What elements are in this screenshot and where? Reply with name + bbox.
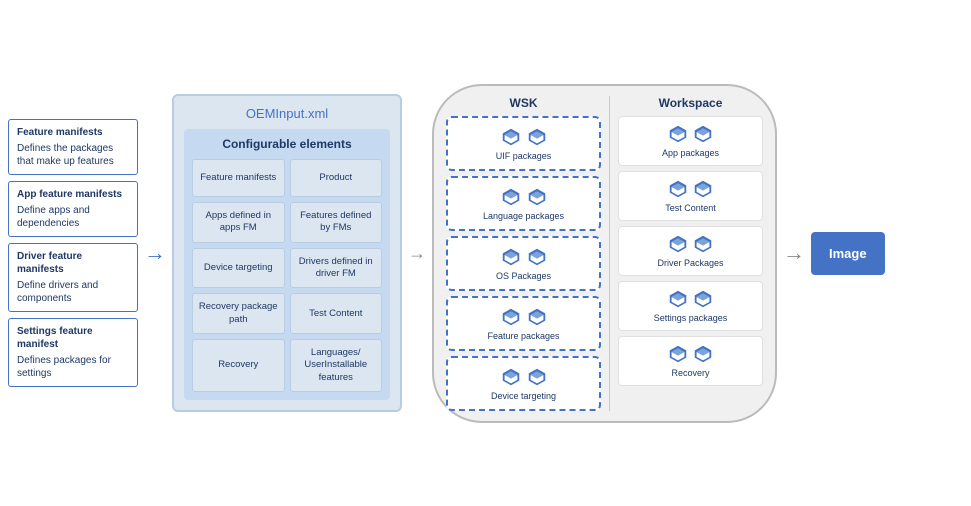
workspace-item-driver: Driver Packages <box>618 226 763 276</box>
wsk-item-feature-label: Feature packages <box>487 331 559 341</box>
workspace-item-settings-label: Settings packages <box>654 313 728 323</box>
wsk-item-device-icons <box>500 366 548 388</box>
workspace-item-recovery: Recovery <box>618 336 763 386</box>
workspace-item-app-icons <box>667 123 714 145</box>
sidebar-item-driver-feature-manifests-desc: Define drivers and components <box>17 279 129 305</box>
config-cell-recovery-path: Recovery package path <box>192 293 285 334</box>
wsk-workspace-divider <box>609 96 610 411</box>
package-icon-uif-1 <box>500 126 522 148</box>
sidebar-item-feature-manifests-title: Feature manifests <box>17 126 129 139</box>
sidebar-item-settings-feature-manifest: Settings feature manifest Defines packag… <box>8 318 138 387</box>
config-cell-languages: Languages/ UserInstallable features <box>290 339 383 392</box>
config-cell-feature-manifests: Feature manifests <box>192 159 285 197</box>
wsk-item-feature-icons <box>500 306 548 328</box>
wsk-item-os-label: OS Packages <box>496 271 551 281</box>
wsk-item-device-label: Device targeting <box>491 391 556 401</box>
workspace-to-image-arrow: → <box>783 240 805 266</box>
oem-input-box: OEMInput.xml Configurable elements Featu… <box>172 94 402 412</box>
workspace-items-list: App packages Test Content <box>618 116 763 386</box>
wsk-item-device: Device targeting <box>446 356 601 411</box>
sidebar-to-oem-arrow: → <box>144 240 166 266</box>
image-button[interactable]: Image <box>811 232 885 275</box>
config-cell-apps-defined: Apps defined in apps FM <box>192 202 285 243</box>
config-grid: Feature manifests Product Apps defined i… <box>192 159 382 392</box>
left-sidebar: Feature manifests Defines the packages t… <box>8 119 138 387</box>
config-cell-recovery: Recovery <box>192 339 285 392</box>
workspace-item-settings-icons <box>667 288 714 310</box>
package-icon-feat-1 <box>500 306 522 328</box>
wsk-item-language-label: Language packages <box>483 211 564 221</box>
configurable-elements-title: Configurable elements <box>192 137 382 151</box>
workspace-item-driver-label: Driver Packages <box>657 258 723 268</box>
package-icon-drv-ws-2 <box>692 233 714 255</box>
sidebar-item-settings-feature-manifest-desc: Defines packages for settings <box>17 354 129 380</box>
sidebar-item-driver-feature-manifests-title: Driver feature manifests <box>17 250 129 276</box>
wsk-items-list: UIF packages Language packages <box>446 116 601 411</box>
package-icon-os-2 <box>526 246 548 268</box>
configurable-elements-box: Configurable elements Feature manifests … <box>184 129 390 400</box>
workspace-item-test: Test Content <box>618 171 763 221</box>
config-cell-test-content: Test Content <box>290 293 383 334</box>
config-cell-product: Product <box>290 159 383 197</box>
workspace-item-app-label: App packages <box>662 148 719 158</box>
workspace-item-recovery-label: Recovery <box>671 368 709 378</box>
sidebar-item-app-feature-manifests-desc: Define apps and dependencies <box>17 204 129 230</box>
sidebar-item-settings-feature-manifest-title: Settings feature manifest <box>17 325 129 351</box>
workspace-item-recovery-icons <box>667 343 714 365</box>
sidebar-item-driver-feature-manifests: Driver feature manifests Define drivers … <box>8 243 138 312</box>
config-cell-drivers-defined: Drivers defined in driver FM <box>290 248 383 289</box>
wsk-item-language-icons <box>500 186 548 208</box>
wsk-item-os-icons <box>500 246 548 268</box>
package-icon-test-ws-1 <box>667 178 689 200</box>
workspace-title: Workspace <box>659 96 723 110</box>
package-icon-dev-2 <box>526 366 548 388</box>
config-cell-device-targeting: Device targeting <box>192 248 285 289</box>
package-icon-app-ws-2 <box>692 123 714 145</box>
workspace-section: Workspace App packages <box>618 96 763 411</box>
wsk-item-os: OS Packages <box>446 236 601 291</box>
sidebar-item-app-feature-manifests-title: App feature manifests <box>17 188 129 201</box>
oem-input-title: OEMInput.xml <box>184 106 390 121</box>
workspace-item-settings: Settings packages <box>618 281 763 331</box>
sidebar-item-feature-manifests: Feature manifests Defines the packages t… <box>8 119 138 175</box>
main-container: Feature manifests Defines the packages t… <box>0 0 971 506</box>
config-cell-features-defined: Features defined by FMs <box>290 202 383 243</box>
package-icon-rec-ws-2 <box>692 343 714 365</box>
oem-to-wsk-arrow: → <box>408 243 426 264</box>
workspace-item-test-icons <box>667 178 714 200</box>
package-icon-dev-1 <box>500 366 522 388</box>
package-icon-set-ws-2 <box>692 288 714 310</box>
package-icon-set-ws-1 <box>667 288 689 310</box>
wsk-workspace-container: WSK UIF packages <box>432 84 777 423</box>
package-icon-app-ws-1 <box>667 123 689 145</box>
package-icon-rec-ws-1 <box>667 343 689 365</box>
wsk-item-language: Language packages <box>446 176 601 231</box>
package-icon-feat-2 <box>526 306 548 328</box>
workspace-item-driver-icons <box>667 233 714 255</box>
package-icon-uif-2 <box>526 126 548 148</box>
package-icon-drv-ws-1 <box>667 233 689 255</box>
wsk-title: WSK <box>510 96 538 110</box>
workspace-item-test-label: Test Content <box>665 203 716 213</box>
wsk-item-uif-label: UIF packages <box>496 151 552 161</box>
package-icon-lang-2 <box>526 186 548 208</box>
sidebar-item-feature-manifests-desc: Defines the packages that make up featur… <box>17 142 129 168</box>
wsk-section: WSK UIF packages <box>446 96 601 411</box>
wsk-item-uif-icons <box>500 126 548 148</box>
wsk-item-feature: Feature packages <box>446 296 601 351</box>
package-icon-test-ws-2 <box>692 178 714 200</box>
sidebar-item-app-feature-manifests: App feature manifests Define apps and de… <box>8 181 138 237</box>
wsk-item-uif: UIF packages <box>446 116 601 171</box>
package-icon-os-1 <box>500 246 522 268</box>
package-icon-lang-1 <box>500 186 522 208</box>
workspace-item-app: App packages <box>618 116 763 166</box>
